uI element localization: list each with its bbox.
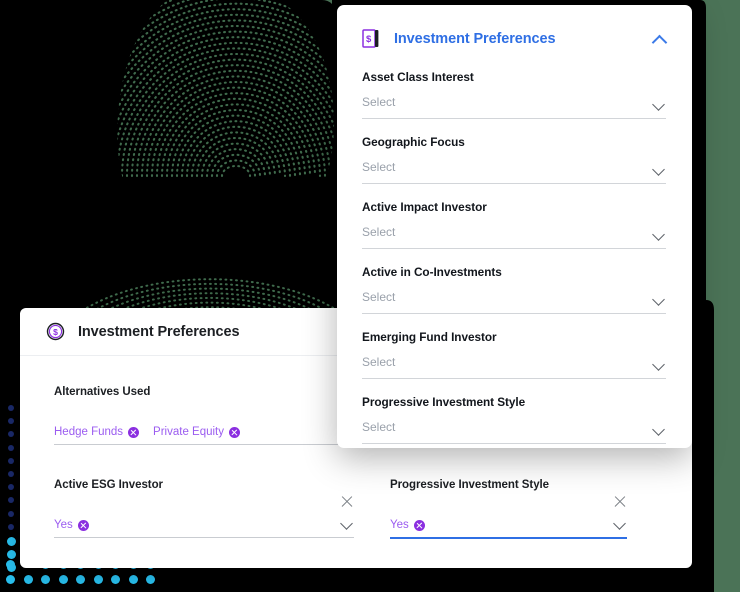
panel-title: Investment Preferences (394, 30, 556, 47)
panel-header: $ Investment Preferences (362, 29, 666, 48)
field-control[interactable]: Yes (390, 519, 627, 539)
decorative-dot (6, 560, 15, 569)
field-column-right: Progressive Investment Style Yes (360, 479, 666, 573)
chip-list: Yes (390, 519, 627, 531)
select-control[interactable]: Select (362, 158, 666, 184)
chip-list: Hedge Funds Private Equity (54, 426, 354, 438)
select-field: Active in Co-Investments Select (362, 265, 666, 314)
field-label: Geographic Focus (362, 135, 465, 149)
field-active-esg-investor: Active ESG Investor Yes (54, 479, 354, 538)
chip-list: Yes (54, 519, 354, 531)
chevron-down-icon[interactable] (654, 164, 665, 175)
field-progressive-investment-style: Progressive Investment Style Yes (390, 479, 627, 539)
field-column-left: Active ESG Investor Yes (54, 479, 360, 573)
select-value: Select (362, 290, 396, 304)
field-row: Active ESG Investor Yes Progressive Inve… (54, 479, 666, 573)
select-control[interactable]: Select (362, 288, 666, 314)
chevron-down-icon[interactable] (654, 359, 665, 370)
chip[interactable]: Yes (54, 519, 89, 531)
chevron-down-icon[interactable] (654, 99, 665, 110)
decorative-dot (6, 550, 16, 560)
field-label: Alternatives Used (54, 386, 151, 398)
field-label: Progressive Investment Style (390, 479, 550, 491)
decorative-dot (41, 575, 50, 584)
decorative-dot (8, 405, 14, 411)
decorative-dot (8, 510, 14, 517)
select-value: Select (362, 95, 396, 109)
field-control[interactable]: Hedge Funds Private Equity (54, 426, 354, 445)
svg-text:$: $ (366, 34, 372, 45)
chip-remove-icon[interactable] (229, 426, 240, 438)
decorative-dot (8, 471, 14, 477)
decorative-dot (8, 523, 14, 530)
field-alternatives-used: Alternatives Used Hedge Funds Private Eq… (54, 386, 354, 445)
chip-remove-icon[interactable] (413, 519, 425, 531)
chip-label: Private Equity (153, 426, 224, 438)
chevron-down-icon[interactable] (615, 518, 626, 529)
select-control[interactable]: Select (362, 418, 666, 444)
decorative-dot (76, 575, 85, 584)
chevron-down-icon[interactable] (342, 518, 353, 529)
decorative-dot (93, 575, 103, 584)
select-control[interactable]: Select (362, 223, 666, 249)
decorative-dot (6, 575, 15, 584)
select-field: Emerging Fund Investor Select (362, 330, 666, 379)
decorative-dot (111, 575, 120, 584)
chip[interactable]: Yes (390, 519, 425, 531)
card-title: Investment Preferences (78, 323, 240, 340)
select-control[interactable]: Select (362, 353, 666, 379)
select-field: Asset Class Interest Select (362, 70, 666, 119)
chip-remove-icon[interactable] (128, 426, 140, 438)
decorative-dot (128, 575, 138, 584)
document-dollar-icon: $ (362, 29, 380, 48)
decorative-dot (58, 575, 68, 584)
select-field: Active Impact Investor Select (362, 200, 666, 249)
decorative-dot (8, 444, 14, 451)
field-control[interactable]: Yes (54, 519, 354, 538)
clear-icon[interactable] (340, 494, 354, 508)
field-label: Active in Co-Investments (362, 265, 502, 279)
select-control[interactable]: Select (362, 93, 666, 119)
chip-label: Hedge Funds (54, 426, 124, 438)
field-label: Emerging Fund Investor (362, 330, 497, 344)
chip-label: Yes (390, 519, 409, 531)
decorative-dot (8, 457, 14, 464)
select-field: Progressive Investment Style Select (362, 395, 666, 444)
decorative-dot (146, 575, 155, 584)
select-value: Select (362, 420, 396, 434)
field-label: Active ESG Investor (54, 479, 163, 491)
chevron-down-icon[interactable] (654, 229, 665, 240)
investment-preferences-float-panel: $ Investment Preferences Asset Class Int… (337, 5, 692, 448)
chip-label: Yes (54, 519, 73, 531)
field-label: Asset Class Interest (362, 70, 474, 84)
select-value: Select (362, 225, 396, 239)
select-value: Select (362, 355, 396, 369)
field-label: Active Impact Investor (362, 200, 487, 214)
chip-remove-icon[interactable] (77, 519, 89, 531)
decorative-dot (23, 575, 33, 584)
chevron-down-icon[interactable] (654, 294, 665, 305)
select-field: Geographic Focus Select (362, 135, 666, 184)
decorative-dot (6, 537, 16, 546)
panel-fields: Asset Class Interest Select Geographic Foc… (362, 70, 666, 444)
chevron-up-icon[interactable] (652, 34, 666, 44)
clear-icon[interactable] (613, 494, 627, 508)
chevron-down-icon[interactable] (654, 424, 665, 435)
circled-dollar-icon: $ (46, 322, 65, 341)
field-label: Progressive Investment Style (362, 395, 526, 409)
svg-text:$: $ (53, 327, 58, 337)
chip[interactable]: Private Equity (153, 426, 240, 438)
chip[interactable]: Hedge Funds (54, 426, 140, 438)
select-value: Select (362, 160, 396, 174)
